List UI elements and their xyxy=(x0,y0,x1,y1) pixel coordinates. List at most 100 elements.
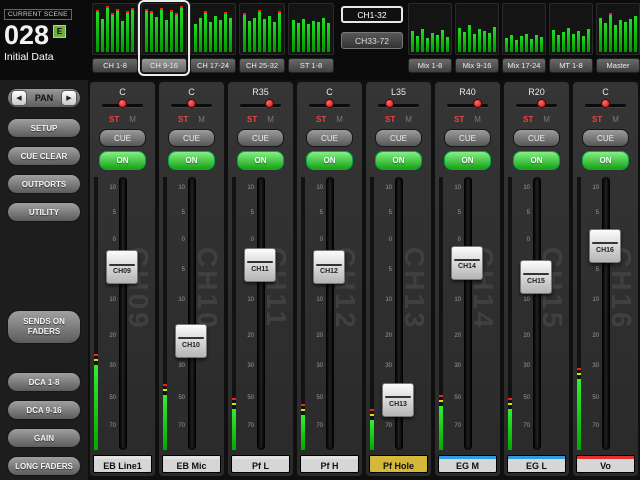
fader-cap[interactable]: CH11 xyxy=(244,248,276,282)
channel-name-chip[interactable]: EB Mic xyxy=(162,455,221,473)
fader-cap[interactable]: CH12 xyxy=(313,250,345,284)
meter-bar xyxy=(426,38,429,52)
cue-button[interactable]: CUE xyxy=(444,129,491,147)
cue-button[interactable]: CUE xyxy=(168,129,215,147)
setup-button[interactable]: SETUP xyxy=(7,118,81,138)
meter-bar xyxy=(111,13,114,52)
fader-scale-tick: 50 xyxy=(238,395,254,401)
fader-track[interactable] xyxy=(464,177,472,450)
cue-button[interactable]: CUE xyxy=(513,129,560,147)
on-button[interactable]: ON xyxy=(582,151,629,170)
pan-left-arrow-icon[interactable]: ◀ xyxy=(11,90,27,106)
on-button[interactable]: ON xyxy=(513,151,560,170)
channel-name-chip[interactable]: EB Line1 xyxy=(93,455,152,473)
meter-bank[interactable]: MT 1-8 xyxy=(549,3,593,73)
cue-button[interactable]: CUE xyxy=(99,129,146,147)
on-button[interactable]: ON xyxy=(237,151,284,170)
scene-edit-badge: E xyxy=(53,25,66,38)
cue-button[interactable]: CUE xyxy=(306,129,353,147)
meter-bar xyxy=(312,21,315,52)
pan-dot[interactable] xyxy=(601,99,610,108)
st-label: ST xyxy=(592,115,602,124)
meter-red-segment xyxy=(508,398,512,400)
bank-label[interactable]: Mix 1-8 xyxy=(408,58,452,73)
fader-cap[interactable]: CH09 xyxy=(106,250,138,284)
utility-button[interactable]: UTILITY xyxy=(7,202,81,222)
bank-label[interactable]: Master xyxy=(596,58,640,73)
pan-dot[interactable] xyxy=(325,99,334,108)
meter-bank[interactable]: CH 17-24 xyxy=(190,3,236,73)
meter-bank[interactable]: Mix 9-16 xyxy=(455,3,499,73)
bank-label[interactable]: MT 1-8 xyxy=(549,58,593,73)
pan-slider[interactable] xyxy=(240,104,281,107)
channel-name-chip[interactable]: Pf H xyxy=(300,455,359,473)
meter-bank[interactable]: Mix 17-24 xyxy=(502,3,546,73)
meter-bank[interactable]: Mix 1-8 xyxy=(408,3,452,73)
fader-cap[interactable]: CH15 xyxy=(520,260,552,294)
fader-track[interactable] xyxy=(257,177,265,450)
meter-bar xyxy=(468,25,471,52)
pan-slider[interactable] xyxy=(378,104,419,107)
meter-bar xyxy=(540,37,543,52)
meter-bank[interactable]: CH 1-8 xyxy=(92,3,138,73)
meter-bank[interactable]: ST 1-8 xyxy=(288,3,334,73)
bank-label[interactable]: Mix 9-16 xyxy=(455,58,499,73)
fader-scale-tick: 30 xyxy=(514,363,530,369)
cue-clear-button[interactable]: CUE CLEAR xyxy=(7,146,81,166)
meter-bar xyxy=(629,19,632,52)
channel-strip: CH16 C ST M CUE ON 105051020305070 CH16 … xyxy=(572,81,639,477)
meter-bank[interactable]: CH 25-32 xyxy=(239,3,285,73)
pan-dot[interactable] xyxy=(473,99,482,108)
cue-button[interactable]: CUE xyxy=(582,129,629,147)
channel-name-chip[interactable]: EG L xyxy=(507,455,566,473)
layer-button-ch1-32[interactable]: CH1-32 xyxy=(341,6,403,23)
pan-right-arrow-icon[interactable]: ▶ xyxy=(61,90,77,106)
fader-cap-line xyxy=(316,264,342,266)
fader-track[interactable] xyxy=(533,177,541,450)
fader-cap[interactable]: CH10 xyxy=(175,324,207,358)
on-button[interactable]: ON xyxy=(306,151,353,170)
cue-button[interactable]: CUE xyxy=(375,129,422,147)
pan-dot[interactable] xyxy=(265,99,274,108)
fader-track[interactable] xyxy=(602,177,610,450)
long-faders-button[interactable]: LONG FADERS xyxy=(7,456,81,476)
meter-bar xyxy=(214,16,217,52)
on-button[interactable]: ON xyxy=(168,151,215,170)
bank-label[interactable]: CH 9-16 xyxy=(141,58,187,73)
outports-button[interactable]: OUTPORTS xyxy=(7,174,81,194)
bank-label[interactable]: CH 17-24 xyxy=(190,58,236,73)
fader-cap[interactable]: CH14 xyxy=(451,246,483,280)
fader-track[interactable] xyxy=(119,177,127,450)
scene-display[interactable]: CURRENT SCENE 028 E Initial Data xyxy=(4,3,90,63)
channel-name-chip[interactable]: Pf Hole xyxy=(369,455,428,473)
pan-mode-control[interactable]: ◀ PAN ▶ xyxy=(7,88,81,108)
pan-dot[interactable] xyxy=(537,99,546,108)
channel-name-chip[interactable]: EG M xyxy=(438,455,497,473)
meter-yellow-segment xyxy=(94,359,98,361)
gain-button[interactable]: GAIN xyxy=(7,428,81,448)
meter-bars xyxy=(288,3,334,55)
meter-bank[interactable]: CH 9-16 xyxy=(141,3,187,73)
pan-dot[interactable] xyxy=(187,99,196,108)
on-button[interactable]: ON xyxy=(375,151,422,170)
bank-label[interactable]: ST 1-8 xyxy=(288,58,334,73)
fader-track[interactable] xyxy=(326,177,334,450)
pan-dot[interactable] xyxy=(118,99,127,108)
fader-track[interactable] xyxy=(188,177,196,450)
fader-cap[interactable]: CH13 xyxy=(382,383,414,417)
dca-9-16-button[interactable]: DCA 9-16 xyxy=(7,400,81,420)
dca-1-8-button[interactable]: DCA 1-8 xyxy=(7,372,81,392)
bank-label[interactable]: CH 25-32 xyxy=(239,58,285,73)
on-button[interactable]: ON xyxy=(99,151,146,170)
cue-button[interactable]: CUE xyxy=(237,129,284,147)
meter-bank[interactable]: Master xyxy=(596,3,640,73)
layer-button-ch33-72[interactable]: CH33-72 xyxy=(341,32,403,49)
sends-on-faders-button[interactable]: SENDS ON FADERS xyxy=(7,310,81,344)
on-button[interactable]: ON xyxy=(444,151,491,170)
bank-label[interactable]: Mix 17-24 xyxy=(502,58,546,73)
pan-dot[interactable] xyxy=(385,99,394,108)
channel-name-chip[interactable]: Pf L xyxy=(231,455,290,473)
fader-cap[interactable]: CH16 xyxy=(589,229,621,263)
channel-name-chip[interactable]: Vo xyxy=(576,455,635,473)
bank-label[interactable]: CH 1-8 xyxy=(92,58,138,73)
